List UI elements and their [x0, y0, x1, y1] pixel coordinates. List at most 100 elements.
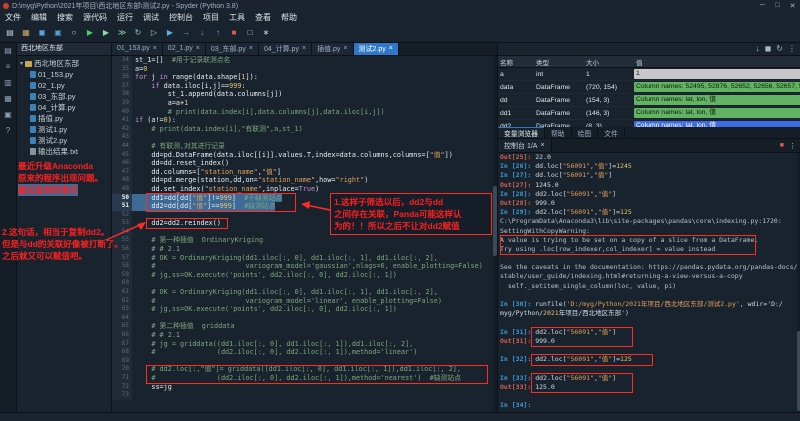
run-icon[interactable]: ▶ [83, 26, 97, 39]
console-prompt: In [32]: [500, 355, 535, 363]
preferences-icon[interactable]: ∗ [259, 26, 273, 39]
console-line [500, 346, 800, 355]
close-icon[interactable]: × [540, 142, 544, 149]
project-root-folder[interactable]: ▾西北地区东部 [17, 58, 111, 69]
pane-variable-icon[interactable]: ▣ [4, 110, 12, 119]
maximize-button[interactable]: □ [770, 2, 785, 10]
python-file-icon [30, 126, 36, 133]
menu-item-10[interactable]: 帮助 [276, 12, 302, 23]
code-text-line: # 第一种插值 OrdinaryKriging [132, 236, 263, 245]
rerun-cell-icon[interactable]: ↻ [131, 26, 145, 39]
console-tab[interactable]: 控制台 1/A × [498, 139, 552, 152]
pane-plots-icon[interactable]: ▦ [4, 94, 12, 103]
column-header[interactable]: 名称 [498, 57, 534, 67]
variable-table-header: 名称类型大小值 [498, 56, 800, 68]
menu-item-6[interactable]: 控制台 [164, 12, 198, 23]
pane-help-icon[interactable]: ? [6, 126, 10, 135]
minimize-button[interactable]: ─ [755, 2, 770, 10]
variable-row[interactable]: ddDataFrame(154, 3)Column names: lat, lo… [498, 94, 800, 107]
pane-files-icon[interactable]: ▥ [4, 78, 12, 87]
close-icon[interactable]: × [343, 45, 347, 52]
console-tab-label: 控制台 1/A [504, 141, 537, 151]
run-selection-icon[interactable]: ▷ [147, 26, 161, 39]
import-data-icon[interactable]: ↓ [756, 44, 760, 53]
close-button[interactable]: ✕ [785, 2, 800, 10]
pane-tab[interactable]: 文件 [598, 127, 625, 138]
stop-icon[interactable]: ■ [227, 26, 241, 39]
menu-item-5[interactable]: 调试 [138, 12, 164, 23]
code-line: 52 [112, 211, 497, 220]
menu-item-9[interactable]: 查看 [250, 12, 276, 23]
editor-tab[interactable]: 02_1.py× [163, 42, 206, 55]
step-out-icon[interactable]: ↑ [211, 26, 225, 39]
code-line: 45 dd=pd.DataFrame(data.iloc[[i]].values… [112, 151, 497, 160]
tab-label: 03_东部.py [211, 44, 246, 54]
console-options-icon[interactable]: ⋮ [789, 142, 796, 150]
project-file[interactable]: 测试2.py [17, 135, 111, 146]
editor-pane: 01_153.py×02_1.py×03_东部.py×04_计算.py×插值.p… [112, 42, 497, 412]
close-icon[interactable]: × [389, 45, 393, 52]
variable-row[interactable]: dataDataFrame(720, 154)Column names: 524… [498, 81, 800, 94]
console-output[interactable]: Out[25]: 22.0In [26]: dd.loc["56091","值"… [498, 153, 800, 413]
variable-row[interactable]: aint11 [498, 68, 800, 81]
menu-item-4[interactable]: 运行 [112, 12, 138, 23]
close-icon[interactable]: × [196, 45, 200, 52]
project-file[interactable]: 03_东部.py [17, 91, 111, 102]
menu-item-1[interactable]: 编辑 [26, 12, 52, 23]
save-data-icon[interactable]: ◼ [765, 44, 772, 53]
close-icon[interactable]: × [249, 45, 253, 52]
editor-tab[interactable]: 插值.py× [312, 42, 353, 55]
pane-project-icon[interactable]: ▤ [4, 46, 12, 55]
pane-outline-icon[interactable]: ≡ [6, 62, 11, 71]
variable-row[interactable]: dd1DataFrame(146, 3)Column names: lat, l… [498, 107, 800, 120]
maximize-pane-icon[interactable]: □ [243, 26, 257, 39]
step-over-icon[interactable]: → [179, 26, 193, 39]
column-header[interactable]: 大小 [584, 57, 634, 67]
code-text-line: st_1.append(data.columns[j]) [132, 90, 282, 99]
line-number: 36 [112, 73, 132, 82]
project-file[interactable]: 01_153.py [17, 69, 111, 80]
refresh-variables-icon[interactable]: ↻ [776, 44, 783, 53]
console-line: Try using .loc[row_indexer,col_indexer] … [500, 245, 800, 254]
editor-tab[interactable]: 测试2.py× [354, 42, 399, 55]
run-cell-icon[interactable]: ▶ [99, 26, 113, 39]
close-icon[interactable]: × [302, 45, 306, 52]
project-file[interactable]: 插值.py [17, 113, 111, 124]
run-cell-advance-icon[interactable]: ≫ [115, 26, 129, 39]
editor-tab[interactable]: 04_计算.py× [259, 42, 312, 55]
code-editor[interactable]: 34st_1=[] #用于记录联测点名35a=036for j in range… [112, 56, 497, 413]
variable-name: dd1 [498, 110, 534, 117]
code-line: 49 dd.set_index("station_name",inplace=T… [112, 185, 497, 194]
options-icon[interactable]: ⋮ [788, 44, 796, 53]
save-all-icon[interactable]: ▣ [51, 26, 65, 39]
open-file-icon[interactable]: ▦ [19, 26, 33, 39]
pane-tab[interactable]: 绘图 [572, 127, 599, 138]
variable-type: int [534, 71, 584, 78]
new-file-icon[interactable]: ▤ [3, 26, 17, 39]
find-icon[interactable]: ○ [67, 26, 81, 39]
project-file[interactable]: 04_计算.py [17, 102, 111, 113]
project-file[interactable]: 测试1.py [17, 124, 111, 135]
step-into-icon[interactable]: ↓ [195, 26, 209, 39]
code-line: 46 dd=dd.reset_index() [112, 159, 497, 168]
menu-item-7[interactable]: 项目 [198, 12, 224, 23]
column-header[interactable]: 值 [634, 57, 800, 67]
menu-item-8[interactable]: 工具 [224, 12, 250, 23]
editor-tab[interactable]: 01_153.py× [112, 42, 163, 55]
menu-item-3[interactable]: 源代码 [78, 12, 112, 23]
code-text-line: # jg,ss=OK.execute('points', dd2.iloc[:,… [132, 271, 397, 280]
project-file[interactable]: 输出结果.txt [17, 146, 111, 157]
save-file-icon[interactable]: ◼ [35, 26, 49, 39]
column-header[interactable]: 类型 [534, 57, 584, 67]
debug-icon[interactable]: ▶ [163, 26, 177, 39]
close-icon[interactable]: × [153, 45, 157, 52]
line-number: 51 [112, 202, 132, 211]
menu-item-0[interactable]: 文件 [0, 12, 26, 23]
project-file[interactable]: 02_1.py [17, 80, 111, 91]
expand-caret-icon[interactable]: ▾ [20, 60, 23, 67]
interrupt-kernel-icon[interactable]: ■ [780, 142, 784, 150]
editor-tab[interactable]: 03_东部.py× [206, 42, 259, 55]
pane-tab[interactable]: 帮助 [545, 127, 572, 138]
menu-item-2[interactable]: 搜索 [52, 12, 78, 23]
pane-tab[interactable]: 变量浏览器 [498, 127, 545, 138]
